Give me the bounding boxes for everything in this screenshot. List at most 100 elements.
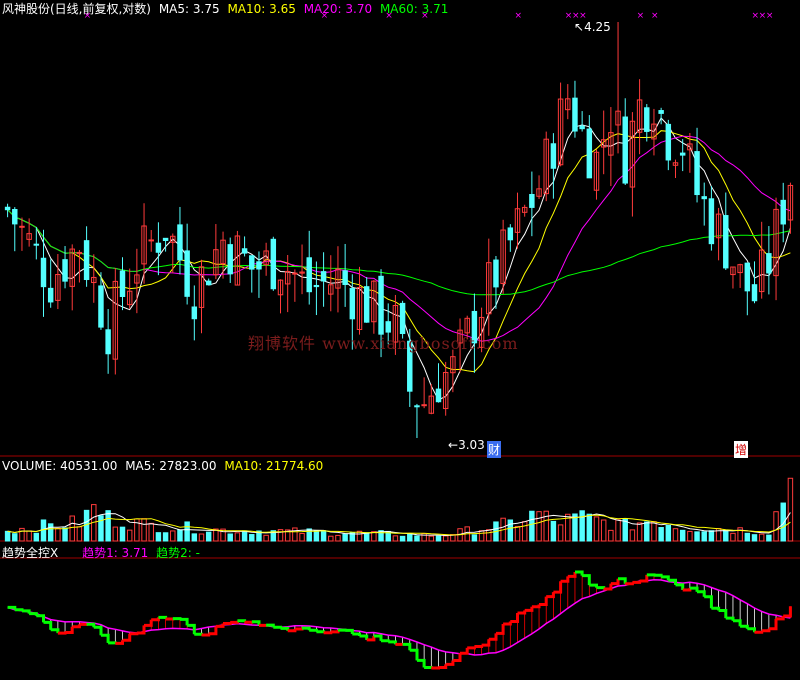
volume-bar: [407, 533, 413, 542]
candle-body: [342, 270, 348, 286]
ma60-label: MA60: 3.71: [379, 2, 449, 16]
low-price-label: ←3.03: [448, 438, 485, 452]
volume-bar: [342, 533, 348, 542]
candle-body: [227, 244, 233, 275]
trend1-segment: [783, 606, 792, 618]
volume-bar: [162, 532, 169, 542]
trend1-segment: [388, 640, 397, 645]
volume-bar: [335, 534, 341, 542]
candle-body: [148, 239, 154, 242]
trend1-segment: [424, 666, 433, 669]
volume-bar: [636, 522, 643, 542]
volume-bar: [12, 533, 18, 542]
candle-body: [644, 107, 650, 132]
candle-body: [378, 275, 384, 335]
trend1-segment: [474, 645, 484, 648]
candle-body: [306, 257, 312, 293]
high-price-value: 4.25: [584, 20, 611, 34]
candle-body: [435, 388, 442, 403]
candle-body: [349, 288, 356, 320]
volume-bar: [608, 529, 614, 542]
volume-bar: [665, 524, 672, 542]
candle-body: [414, 405, 420, 408]
trend1-segment: [108, 641, 117, 645]
volume-bar: [521, 521, 528, 542]
trend1-segment: [237, 619, 247, 623]
trend1-segment: [639, 574, 649, 583]
candle-body: [249, 255, 255, 270]
volume-bar: [428, 535, 435, 542]
trend1-segment: [546, 592, 555, 599]
trend1-segment: [567, 572, 577, 578]
volume-bar: [600, 519, 607, 542]
trend1-segment: [65, 626, 74, 634]
trend1-segment: [452, 653, 462, 662]
signal-mark: ×: [515, 11, 523, 21]
trend1-segment: [50, 628, 60, 634]
candle-body: [708, 198, 715, 245]
volume-bar: [651, 521, 657, 542]
volume-bar: [629, 529, 636, 542]
trend1-segment: [733, 619, 742, 627]
volume-bar: [105, 510, 111, 542]
trend1-segment: [151, 617, 160, 622]
low-price-value: 3.03: [458, 438, 485, 452]
trend1-segment: [409, 648, 419, 661]
trend1-segment: [158, 615, 168, 619]
trend1-segment: [754, 630, 764, 634]
trend1-segment: [323, 631, 333, 635]
ma20-line: [7, 135, 791, 342]
volume-bar: [33, 532, 40, 542]
candle-body: [191, 306, 198, 320]
volume-bar: [328, 535, 334, 542]
candle-body: [363, 286, 370, 323]
volume-bar: [557, 524, 564, 542]
candle-body: [622, 116, 628, 184]
volume-bar: [672, 528, 679, 542]
trend1-segment: [524, 606, 534, 612]
trend1-segment: [230, 620, 239, 624]
volume-bar: [170, 530, 176, 542]
trend1-segment: [57, 631, 67, 635]
zeng-badge: 增: [734, 441, 749, 458]
trend1-segment: [481, 639, 491, 647]
trend1-segment: [747, 627, 756, 633]
volume-title: VOLUME: 40531.00: [2, 459, 118, 473]
trend1-label: 趋势1: 3.71: [82, 546, 149, 560]
volume-bar: [701, 531, 707, 542]
candle-body: [399, 302, 406, 335]
trend1-segment: [316, 630, 326, 634]
trend1-segment: [201, 633, 211, 637]
trend1-segment: [43, 620, 53, 630]
trend1-segment: [438, 664, 448, 669]
trend1-segment: [488, 633, 498, 641]
trend1-segment: [180, 617, 189, 626]
trend1-segment: [129, 632, 139, 636]
trend1-segment: [136, 625, 146, 635]
volume-bar: [241, 530, 248, 542]
trend1-segment: [596, 586, 606, 590]
trend1-segment: [517, 610, 527, 615]
volume-bar: [414, 535, 420, 542]
candle-body: [40, 257, 47, 288]
candle-body: [292, 272, 298, 275]
trend1-segment: [122, 633, 132, 642]
volume-bar: [744, 532, 751, 542]
candle-body: [507, 227, 514, 241]
price-header: 风神股份(日线,前复权,对数) MA5: 3.75 MA10: 3.65 MA2…: [2, 0, 452, 17]
indicator-title: 趋势全控X: [2, 546, 59, 560]
candle-body: [550, 143, 557, 169]
trend1-segment: [273, 625, 282, 629]
candle-body: [665, 123, 672, 161]
trend1-segment: [718, 609, 728, 619]
candle-body: [586, 128, 593, 179]
volume-bar: [766, 534, 772, 542]
ma5-label: MA5: 3.75: [158, 2, 220, 16]
volume-bar: [292, 527, 298, 542]
trend1-segment: [761, 628, 771, 633]
low-price-arrow: ←: [448, 438, 459, 452]
candle-body: [270, 238, 277, 290]
trend1-segment: [560, 576, 570, 583]
volume-bar: [198, 533, 205, 542]
trend1-segment: [431, 666, 440, 670]
